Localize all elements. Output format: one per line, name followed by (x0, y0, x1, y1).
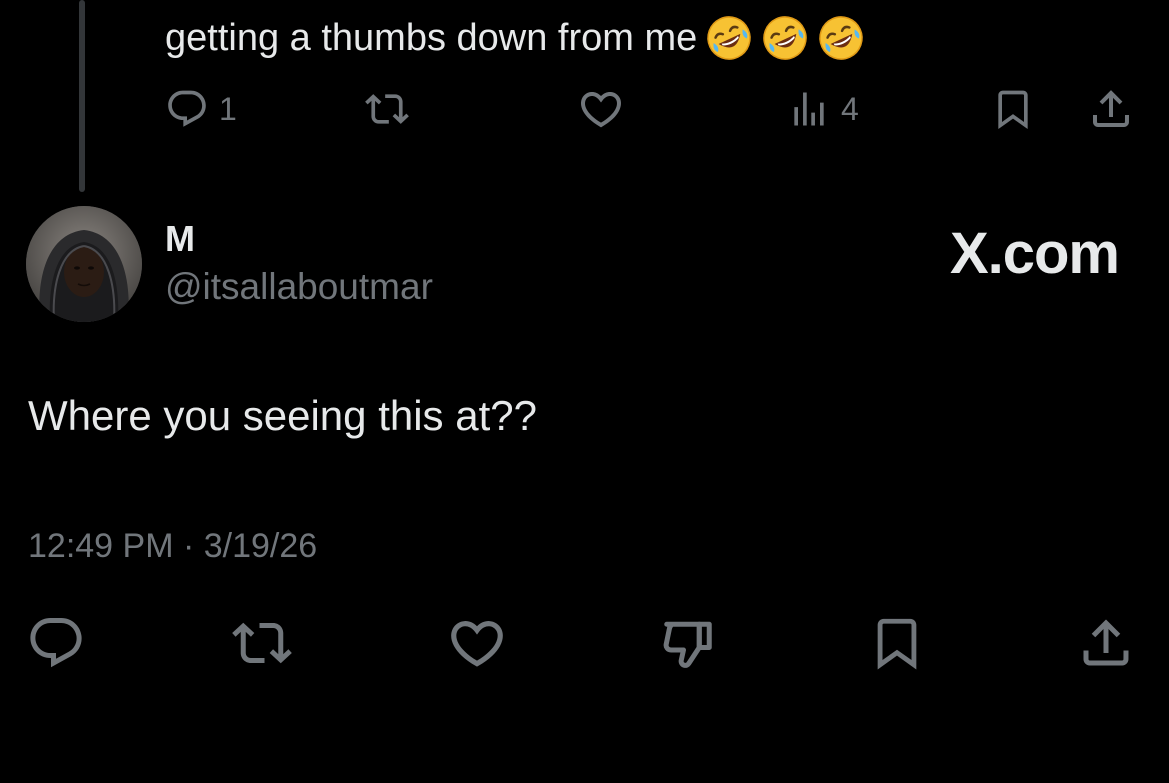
share-button[interactable] (1076, 612, 1136, 674)
bookmark-icon (998, 90, 1028, 130)
profile-photo-icon (26, 206, 142, 322)
parent-views-count: 4 (841, 91, 859, 127)
parent-tweet-text-line: getting a thumbs down from me (165, 17, 698, 59)
reply-button[interactable] (26, 612, 86, 674)
like-button[interactable] (446, 612, 508, 674)
tweet-timestamp[interactable]: 12:49 PM · 3/19/26 (28, 524, 317, 568)
rofl-emoji-icon (819, 16, 864, 60)
tweet-text: Where you seeing this at?? (28, 392, 537, 439)
share-icon (1083, 619, 1129, 666)
avatar[interactable] (26, 206, 142, 322)
thumbs-down-icon (663, 621, 712, 668)
parent-bookmark-button[interactable] (991, 84, 1035, 134)
tweet-action-bar (26, 612, 1136, 674)
rofl-emoji-icon (707, 16, 752, 60)
like-icon (580, 92, 622, 128)
repost-button[interactable] (232, 612, 292, 674)
x-com-watermark: X.com (949, 221, 1120, 286)
like-icon (451, 621, 503, 667)
parent-like-button[interactable] (577, 84, 625, 134)
parent-repost-button[interactable] (365, 84, 409, 134)
rofl-emoji-icon (763, 16, 808, 60)
dislike-button[interactable] (658, 612, 718, 674)
reply-icon (30, 618, 82, 668)
parent-tweet-action-bar: 1 4 (165, 84, 1140, 134)
parent-share-button[interactable] (1087, 84, 1135, 134)
views-analytics-icon (794, 92, 824, 126)
bookmark-button[interactable] (868, 612, 926, 674)
parent-tweet-text: getting a thumbs down from me (165, 14, 865, 62)
reply-icon (168, 90, 206, 127)
display-name[interactable]: M (165, 218, 195, 260)
share-icon (1093, 90, 1129, 127)
parent-reply-button[interactable]: 1 (165, 84, 237, 134)
repost-icon (232, 622, 292, 664)
repost-icon (365, 94, 409, 124)
user-handle[interactable]: @itsallaboutmar (165, 265, 433, 309)
thread-connector-line (79, 0, 85, 192)
parent-reply-count: 1 (219, 91, 237, 127)
parent-views-button[interactable]: 4 (787, 84, 859, 134)
bookmark-icon (877, 618, 917, 670)
